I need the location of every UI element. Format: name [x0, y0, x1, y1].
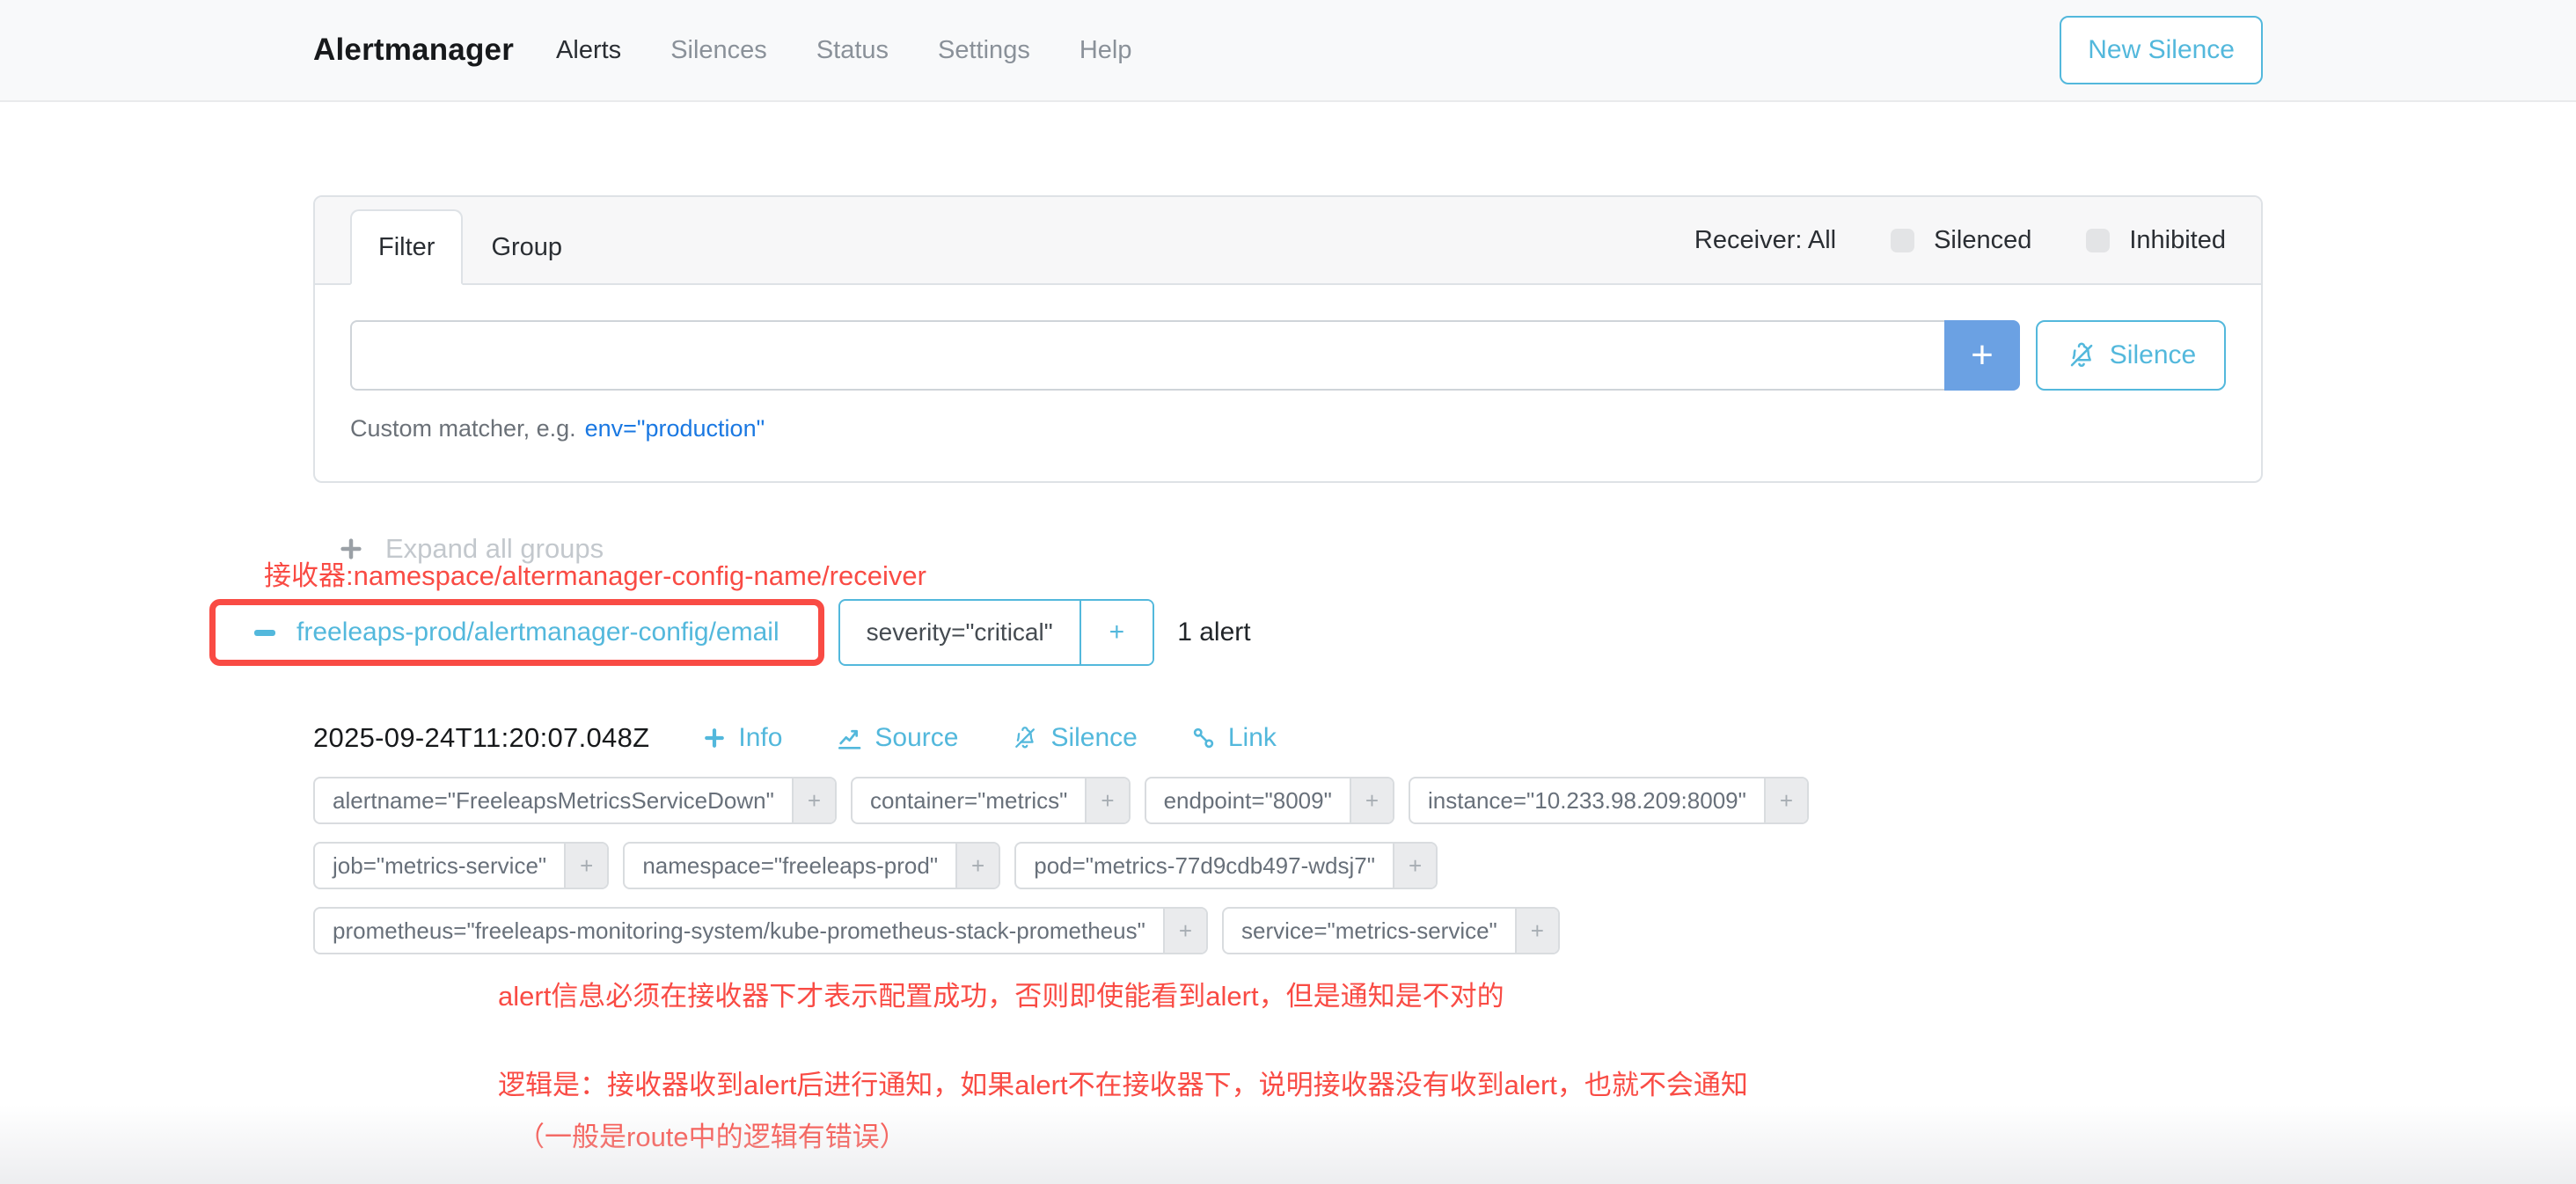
app-brand[interactable]: Alertmanager [313, 33, 514, 68]
annotation-note-1: alert信息必须在接收器下才表示配置成功，否则即使能看到alert，但是通知是… [498, 974, 2263, 1013]
alert-label-chip: endpoint="8009" + [1145, 777, 1394, 824]
silenced-checkbox[interactable] [1891, 229, 1914, 252]
bell-slash-icon [2066, 340, 2097, 371]
nav-item-silences[interactable]: Silences [670, 36, 767, 65]
filter-card-body: + Silence Custom matcher, e.g. env="produ… [315, 285, 2261, 481]
alert-action-info[interactable]: Info [702, 723, 782, 753]
alert-label-chip: alertname="FreeleapsMetricsServiceDown" … [313, 777, 837, 824]
alert-action-link[interactable]: Link [1190, 723, 1277, 753]
label-filter-add-button[interactable]: + [955, 844, 999, 888]
tab-filter[interactable]: Filter [350, 209, 463, 285]
silence-filter-button[interactable]: Silence [2036, 320, 2226, 391]
alert-label-chip: namespace="freeleaps-prod" + [623, 842, 1000, 889]
label-filter-add-button[interactable]: + [1515, 909, 1558, 953]
label-filter-add-button[interactable]: + [1393, 844, 1436, 888]
collapse-minus-icon [254, 630, 275, 636]
matcher-input-group: + [350, 320, 2020, 391]
toggle-inhibited[interactable]: Inhibited [2086, 226, 2226, 255]
custom-matcher-hint: Custom matcher, e.g. [350, 415, 576, 442]
group-matcher-add-button[interactable]: + [1079, 601, 1153, 664]
inhibited-label: Inhibited [2129, 226, 2226, 255]
new-silence-button[interactable]: New Silence [2060, 16, 2263, 84]
alert-label-chip: service="metrics-service" + [1222, 907, 1560, 954]
label-filter-add-button[interactable]: + [564, 844, 607, 888]
alert-timestamp: 2025-09-24T11:20:07.048Z [313, 722, 649, 754]
alert-count: 1 alert [1177, 618, 1250, 647]
inhibited-checkbox[interactable] [2086, 229, 2110, 252]
nav-item-alerts[interactable]: Alerts [556, 36, 621, 65]
receiver-group-button[interactable]: freeleaps-prod/alertmanager-config/email [216, 605, 818, 660]
bell-slash-icon [1011, 724, 1039, 752]
alert-item: 2025-09-24T11:20:07.048Z Info Source [313, 722, 2263, 1154]
label-filter-add-button[interactable]: + [792, 778, 835, 822]
toggle-silenced[interactable]: Silenced [1891, 226, 2031, 255]
annotation-note-2: 逻辑是：接收器收到alert后进行通知，如果alert不在接收器下，说明接收器没… [498, 1063, 2263, 1102]
silenced-label: Silenced [1934, 226, 2031, 255]
label-filter-add-button[interactable]: + [1163, 909, 1206, 953]
alert-label-chip: job="metrics-service" + [313, 842, 609, 889]
nav-item-status[interactable]: Status [816, 36, 889, 65]
tab-group[interactable]: Group [463, 209, 590, 285]
label-filter-add-button[interactable]: + [1350, 778, 1393, 822]
alert-action-source[interactable]: Source [835, 723, 958, 753]
nav-item-settings[interactable]: Settings [938, 36, 1030, 65]
label-filter-add-button[interactable]: + [1085, 778, 1128, 822]
label-filter-add-button[interactable]: + [1764, 778, 1807, 822]
alert-action-silence[interactable]: Silence [1011, 723, 1137, 753]
alert-label-chip: pod="metrics-77d9cdb497-wdsj7" + [1014, 842, 1438, 889]
annotation-receiver-text: 接收器:namespace/altermanager-config-name/r… [264, 553, 926, 593]
plus-icon [702, 726, 727, 750]
annotation-highlight-box: freeleaps-prod/alertmanager-config/email [209, 599, 824, 666]
link-icon [1190, 725, 1217, 751]
receiver-group-name: freeleaps-prod/alertmanager-config/email [296, 618, 779, 647]
alert-label-chip: container="metrics" + [851, 777, 1131, 824]
matcher-input[interactable] [350, 320, 1944, 391]
receiver-dropdown[interactable]: Receiver: All [1694, 226, 1836, 255]
alert-label-chip: prometheus="freeleaps-monitoring-system/… [313, 907, 1208, 954]
matcher-example-link[interactable]: env="production" [585, 415, 765, 442]
filter-tabs: Filter Group [350, 209, 590, 285]
group-matcher-label: severity="critical" [840, 601, 1079, 664]
nav-item-help[interactable]: Help [1079, 36, 1132, 65]
silence-filter-label: Silence [2110, 340, 2196, 370]
filter-card-header: Filter Group Receiver: All Silenced Inhi… [315, 197, 2261, 285]
add-matcher-button[interactable]: + [1944, 320, 2020, 391]
filter-card: Filter Group Receiver: All Silenced Inhi… [313, 195, 2263, 483]
chart-line-icon [835, 724, 863, 752]
alert-labels: alertname="FreeleapsMetricsServiceDown" … [313, 777, 2263, 954]
group-matcher-chip: severity="critical" + [838, 599, 1155, 666]
alert-label-chip: instance="10.233.98.209:8009" + [1409, 777, 1809, 824]
top-navbar: Alertmanager Alerts Silences Status Sett… [0, 0, 2576, 102]
annotation-note-3: （一般是route中的逻辑有错误） [517, 1115, 2263, 1154]
